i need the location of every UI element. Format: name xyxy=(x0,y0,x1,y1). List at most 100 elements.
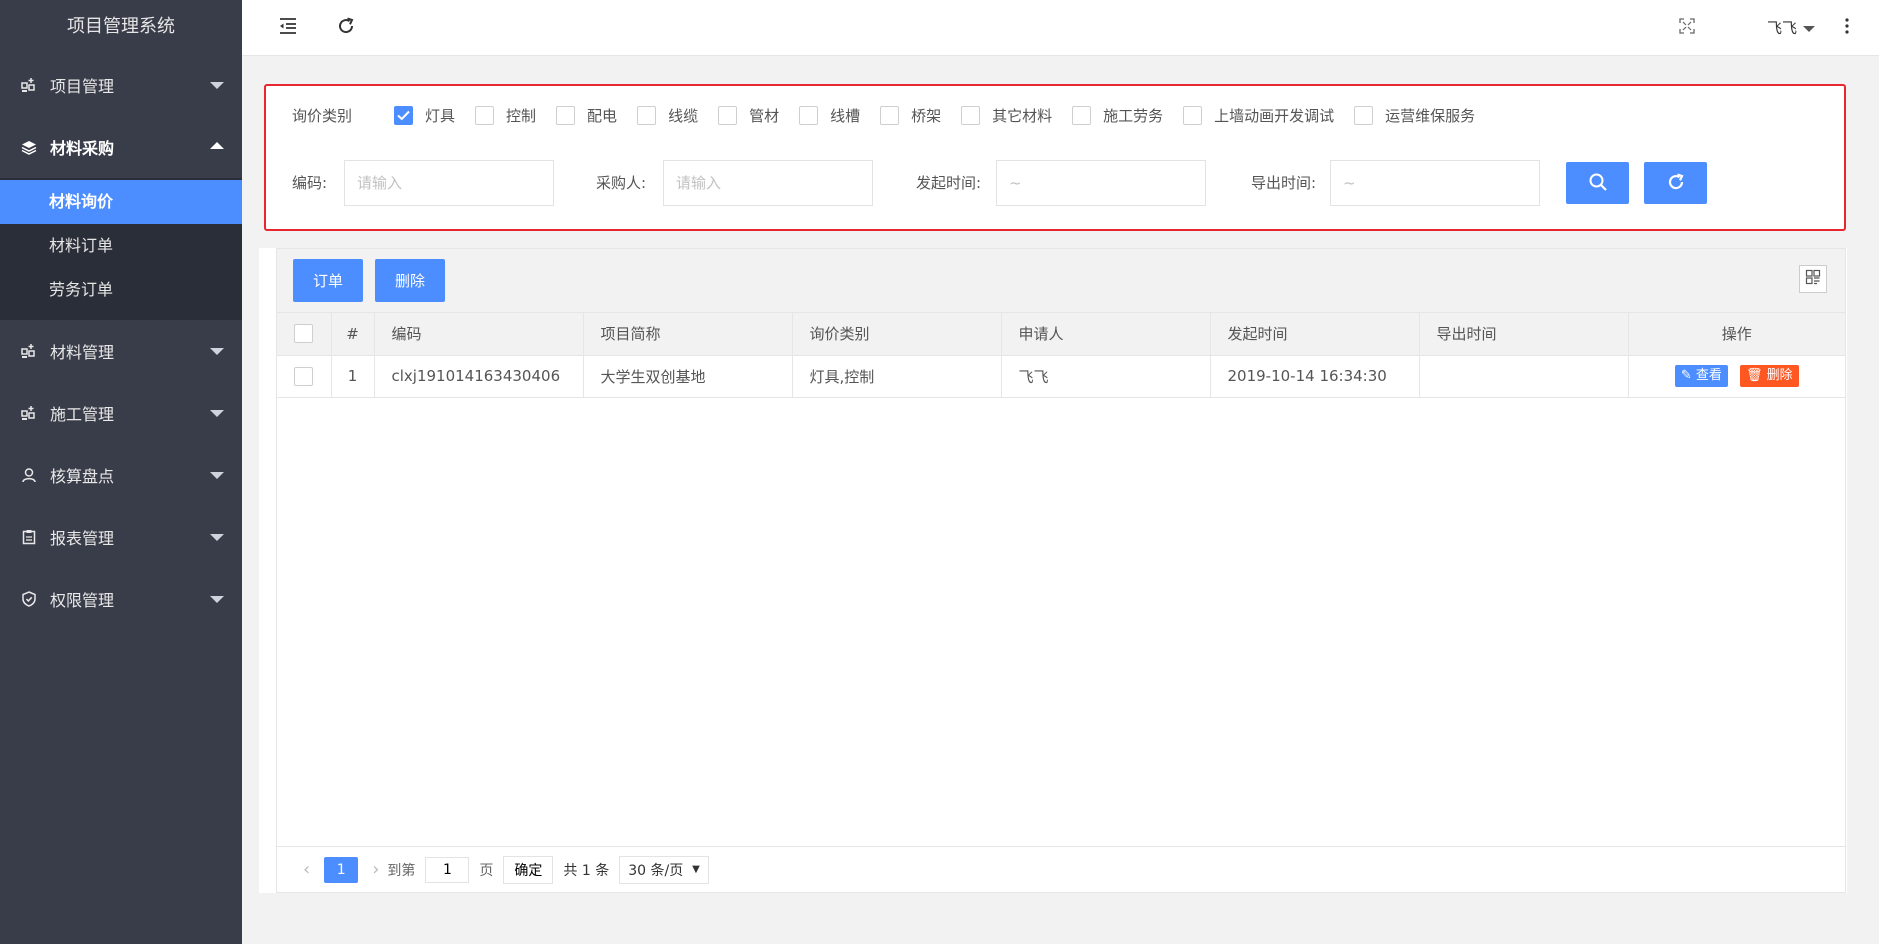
sidebar-item-label: 权限管理 xyxy=(50,591,115,610)
more-vertical-icon xyxy=(1844,17,1850,39)
sidebar-item-accounting-inventory[interactable]: 核算盘点 xyxy=(0,444,242,506)
goto-page-input[interactable] xyxy=(425,856,470,883)
checkbox[interactable] xyxy=(799,105,819,125)
sidebar-subitem-material-inquiry[interactable]: 材料询价 xyxy=(0,180,242,224)
checkbox-label: 施工劳务 xyxy=(1103,106,1164,125)
more-button[interactable] xyxy=(1833,14,1861,42)
grid-plus-icon xyxy=(20,76,38,94)
delete-button[interactable]: 删除 xyxy=(375,259,446,302)
column-filter-button[interactable] xyxy=(1799,265,1827,293)
checkbox[interactable] xyxy=(1072,105,1092,125)
sidebar-item-material-purchase[interactable]: 材料采购 xyxy=(0,116,242,178)
sidebar-item-material-management[interactable]: 材料管理 xyxy=(0,320,242,382)
category-checkbox-bridge[interactable]: 桥架 xyxy=(880,105,941,126)
sidebar-item-label: 核算盘点 xyxy=(50,467,115,486)
checkbox-label: 控制 xyxy=(506,106,537,125)
submenu-material-purchase: 材料询价 材料订单 劳务订单 xyxy=(0,178,242,320)
checkbox[interactable] xyxy=(1354,105,1374,125)
category-checkbox-pipes[interactable]: 管材 xyxy=(718,105,779,126)
table-row: 1 clxj191014163430406 大学生双创基地 灯具,控制 飞飞 2… xyxy=(277,355,1845,398)
category-checkbox-power-distribution[interactable]: 配电 xyxy=(556,105,617,126)
checkbox[interactable] xyxy=(637,105,657,125)
checkbox[interactable] xyxy=(961,105,981,125)
start-time-input[interactable] xyxy=(996,160,1206,206)
row-checkbox[interactable] xyxy=(294,366,314,386)
filter-panel: 询价类别 灯具 控制 配电 线缆 管材 线槽 桥架 其它材料 施工劳务 上墙动画… xyxy=(264,84,1846,231)
sidebar-item-label: 材料管理 xyxy=(50,343,115,362)
column-header-actions: 操作 xyxy=(1628,313,1845,356)
checkbox[interactable] xyxy=(718,105,738,125)
sidebar-item-label: 项目管理 xyxy=(50,77,115,96)
view-button[interactable]: ✎ 查看 xyxy=(1674,365,1728,387)
row-code: clxj191014163430406 xyxy=(374,355,584,398)
fullscreen-button[interactable] xyxy=(1673,14,1701,42)
checkbox[interactable] xyxy=(1183,105,1203,125)
category-checkbox-cables[interactable]: 线缆 xyxy=(637,105,698,126)
prev-page-icon[interactable]: ‹ xyxy=(303,859,310,880)
chevron-down-icon xyxy=(210,534,224,541)
user-icon xyxy=(20,466,38,484)
refresh-icon xyxy=(336,16,356,40)
checkbox-checked[interactable] xyxy=(394,105,414,125)
checkbox-label: 上墙动画开发调试 xyxy=(1214,106,1335,125)
buyer-input[interactable] xyxy=(663,160,873,206)
sidebar: 项目管理系统 项目管理 材料采购 材料询价 材料订单 劳务订单 材料管理 施工管… xyxy=(0,0,242,944)
sidebar-item-project-management[interactable]: 项目管理 xyxy=(0,54,242,116)
category-checkbox-trunking[interactable]: 线槽 xyxy=(799,105,860,126)
sidebar-item-permission-management[interactable]: 权限管理 xyxy=(0,568,242,630)
current-page[interactable]: 1 xyxy=(324,856,359,883)
shield-icon xyxy=(20,590,38,608)
column-header-project: 项目简称 xyxy=(583,313,793,356)
buyer-label: 采购人: xyxy=(596,174,647,192)
row-delete-button[interactable]: 🗑 删除 xyxy=(1739,365,1799,387)
category-checkbox-control[interactable]: 控制 xyxy=(475,105,536,126)
goto-confirm-button[interactable]: 确定 xyxy=(503,855,554,884)
category-checkbox-lamps[interactable]: 灯具 xyxy=(394,105,455,126)
view-label: 查看 xyxy=(1695,368,1722,383)
checkbox-label: 桥架 xyxy=(911,106,942,125)
next-page-icon[interactable]: › xyxy=(372,859,379,880)
row-checkbox-cell[interactable] xyxy=(277,355,332,398)
column-header-applicant: 申请人 xyxy=(1001,313,1211,356)
user-menu[interactable]: 飞飞 xyxy=(1767,17,1815,38)
sidebar-subitem-labor-order[interactable]: 劳务订单 xyxy=(0,268,242,312)
page-size-select[interactable]: 30 条/页 ▼ xyxy=(619,855,709,884)
menu-toggle-button[interactable] xyxy=(274,14,302,42)
select-all-checkbox[interactable] xyxy=(294,324,314,344)
code-input[interactable] xyxy=(344,160,554,206)
category-checkbox-other-materials[interactable]: 其它材料 xyxy=(961,105,1052,126)
refresh-button[interactable] xyxy=(332,14,360,42)
menu-fold-icon xyxy=(278,17,298,39)
checkbox[interactable] xyxy=(880,105,900,125)
sidebar-item-label: 报表管理 xyxy=(50,529,115,548)
category-filter-row: 询价类别 灯具 控制 配电 线缆 管材 线槽 桥架 其它材料 施工劳务 上墙动画… xyxy=(292,100,1834,130)
app-title: 项目管理系统 xyxy=(67,16,175,37)
chevron-down-icon xyxy=(210,410,224,417)
export-time-input[interactable] xyxy=(1330,160,1540,206)
caret-down-icon xyxy=(1803,25,1815,32)
sidebar-item-report-management[interactable]: 报表管理 xyxy=(0,506,242,568)
columns-icon xyxy=(1805,269,1821,289)
category-checkbox-operation-maintenance[interactable]: 运营维保服务 xyxy=(1354,105,1475,126)
layers-icon xyxy=(20,138,38,156)
category-checkbox-construction-labor[interactable]: 施工劳务 xyxy=(1072,105,1163,126)
data-table-container: 订单 删除 # 编码 项目简称 询价类别 申请人 发起时间 导出时间 操作 1 … xyxy=(276,248,1846,893)
sidebar-item-construction-management[interactable]: 施工管理 xyxy=(0,382,242,444)
row-category: 灯具,控制 xyxy=(792,355,1002,398)
row-start-time: 2019-10-14 16:34:30 xyxy=(1210,355,1420,398)
chevron-up-icon xyxy=(210,142,224,149)
reset-button[interactable] xyxy=(1644,162,1707,204)
caret-down-icon: ▼ xyxy=(692,864,700,875)
search-button[interactable] xyxy=(1566,162,1629,204)
clipboard-icon xyxy=(20,528,38,546)
category-checkbox-wall-animation[interactable]: 上墙动画开发调试 xyxy=(1183,105,1334,126)
chevron-down-icon xyxy=(210,596,224,603)
row-index: 1 xyxy=(331,355,375,398)
sidebar-subitem-material-order[interactable]: 材料订单 xyxy=(0,224,242,268)
checkbox[interactable] xyxy=(556,105,576,125)
order-button[interactable]: 订单 xyxy=(293,259,364,302)
header-checkbox-cell[interactable] xyxy=(277,313,332,356)
fullscreen-icon xyxy=(1679,18,1695,38)
column-header-start-time: 发起时间 xyxy=(1210,313,1420,356)
checkbox[interactable] xyxy=(475,105,495,125)
